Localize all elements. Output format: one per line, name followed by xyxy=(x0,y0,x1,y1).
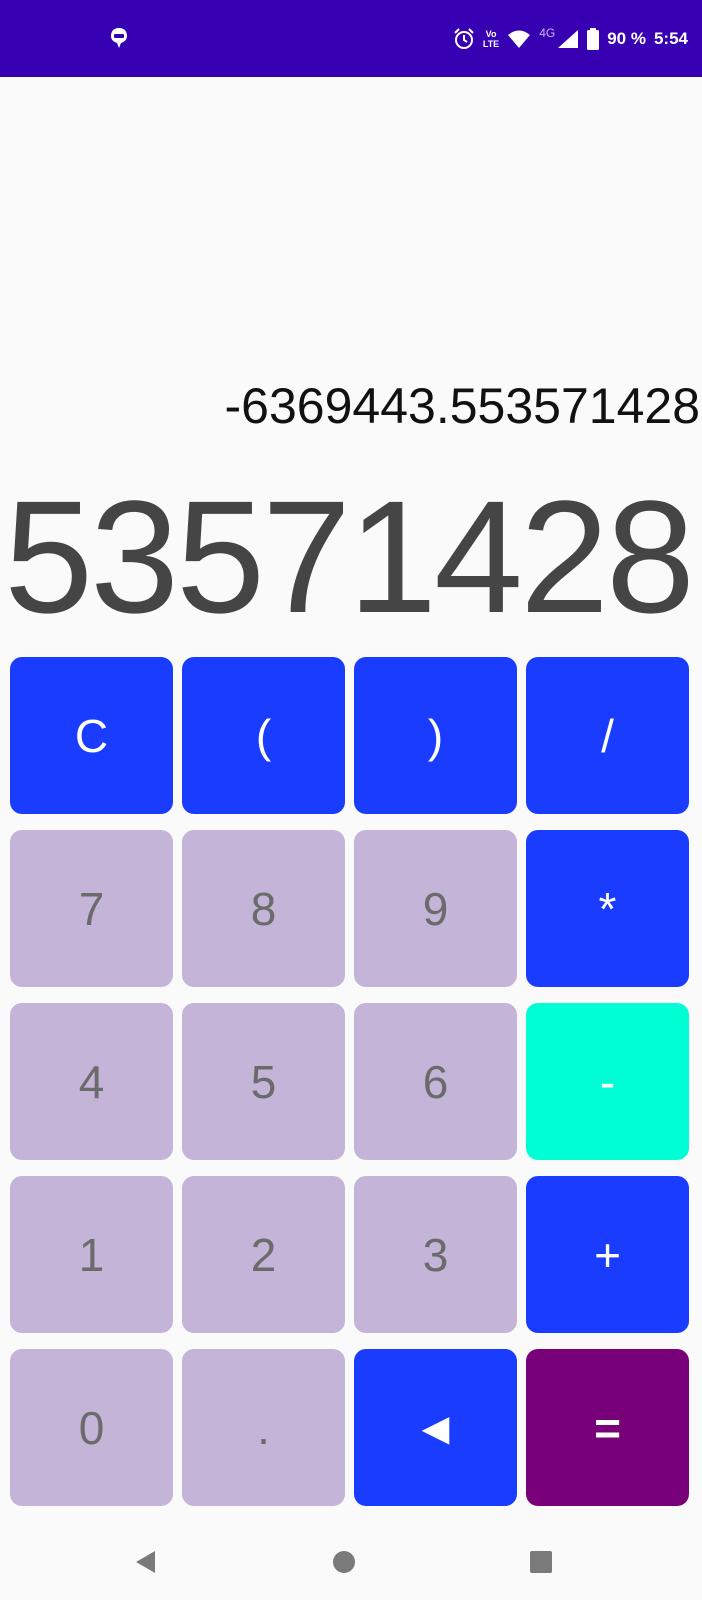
digit-4-button[interactable]: 4 xyxy=(10,1003,173,1160)
wifi-icon xyxy=(507,29,531,49)
network-type: 4G xyxy=(539,26,556,40)
digit-6-button[interactable]: 6 xyxy=(354,1003,517,1160)
backspace-button[interactable]: ◄ xyxy=(354,1349,517,1506)
status-icons: Vo LTE 4G 90 % 5:54 xyxy=(453,24,688,54)
alarm-icon xyxy=(453,28,475,50)
digit-1-button[interactable]: 1 xyxy=(10,1176,173,1333)
clock: 5:54 xyxy=(653,29,688,48)
divide-button[interactable]: / xyxy=(526,657,689,814)
digit-0-button[interactable]: 0 xyxy=(10,1349,173,1506)
digit-3-button[interactable]: 3 xyxy=(354,1176,517,1333)
subtract-button[interactable]: - xyxy=(526,1003,689,1160)
digit-7-button[interactable]: 7 xyxy=(10,830,173,987)
result-text: 53571428 xyxy=(4,467,695,646)
notification-icon xyxy=(109,27,129,51)
clear-button[interactable]: C xyxy=(10,657,173,814)
home-icon[interactable] xyxy=(324,1542,364,1582)
equals-button[interactable]: = xyxy=(526,1349,689,1506)
calculator-display: -6369443.553571428 53571428 xyxy=(0,77,702,647)
digit-8-button[interactable]: 8 xyxy=(182,830,345,987)
digit-9-button[interactable]: 9 xyxy=(354,830,517,987)
navigation-bar xyxy=(0,1526,702,1600)
signal-icon xyxy=(557,29,579,49)
digit-5-button[interactable]: 5 xyxy=(182,1003,345,1160)
multiply-button[interactable]: * xyxy=(526,830,689,987)
keypad: C()/ 7 8 9 * 4 5 6- 1 2 3 +0. ◄ = xyxy=(10,657,692,1506)
open-paren-button[interactable]: ( xyxy=(182,657,345,814)
volte-icon: Vo LTE xyxy=(482,29,500,49)
recents-icon[interactable] xyxy=(521,1542,561,1582)
status-bar: Vo LTE 4G 90 % 5:54 xyxy=(0,0,702,77)
close-paren-button[interactable]: ) xyxy=(354,657,517,814)
expression-text: -6369443.553571428 xyxy=(224,378,700,434)
decimal-button[interactable]: . xyxy=(182,1349,345,1506)
back-icon[interactable] xyxy=(126,1542,166,1582)
battery-percent: 90 % xyxy=(607,29,646,48)
add-button[interactable]: + xyxy=(526,1176,689,1333)
battery-icon xyxy=(587,28,600,50)
digit-2-button[interactable]: 2 xyxy=(182,1176,345,1333)
